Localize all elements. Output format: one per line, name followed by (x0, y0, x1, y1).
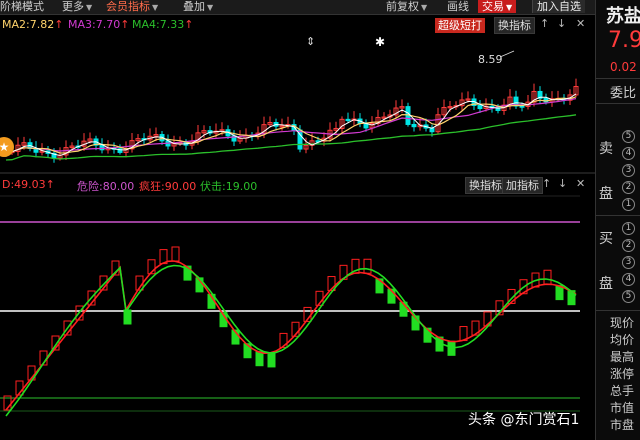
indicator-bar (447, 340, 456, 356)
d-value-legend: D:49.03↑ (2, 178, 55, 191)
stock-name: 苏盐 (606, 6, 640, 27)
crazy-legend: 疯狂:90.00 (139, 180, 197, 193)
buy-side-label: 买 (599, 231, 613, 247)
sell-level-5: 5 (622, 130, 635, 143)
sell-pan-label: 盘 (599, 186, 613, 202)
high-price-label: 8.59 (478, 53, 503, 66)
stat-total-volume: 总手 (610, 384, 635, 398)
candle-body (345, 118, 351, 122)
candle-body (477, 104, 483, 110)
buy-pan-label: 盘 (599, 276, 613, 292)
indicator-bar (543, 269, 552, 285)
stat-market-pe: 市盘 (610, 418, 635, 432)
buy-level-4: 4 (622, 273, 635, 286)
ma4-line (5, 114, 577, 161)
buy-level-1: 1 (622, 222, 635, 235)
d-line (5, 264, 577, 417)
price-change: 0.02 (610, 60, 637, 74)
kd-indicator-chart (0, 195, 580, 417)
indicator-close-icon[interactable]: ✕ (576, 177, 585, 190)
sell-level-4: 4 (622, 147, 635, 160)
quote-side-panel: 苏盐 7.9 0.02 委比 卖 盘 买 盘 5 4 3 2 1 1 2 3 4… (595, 0, 640, 440)
panel-divider (596, 78, 640, 79)
k-line (5, 260, 577, 411)
current-price: 7.9 (608, 28, 640, 53)
buy-level-5: 5 (622, 290, 635, 303)
indicator-switch-button[interactable]: 换指标 (465, 177, 506, 194)
buy-level-3: 3 (622, 256, 635, 269)
indicator-bars (3, 246, 576, 411)
panel-divider (596, 103, 640, 104)
stat-high: 最高 (610, 350, 635, 364)
stat-current-price: 现价 (610, 316, 635, 330)
candle-body (519, 105, 525, 108)
chart-canvas: ⇕ ✱ 8.59 (0, 35, 595, 417)
indicator-bar (171, 246, 180, 262)
sell-level-3: 3 (622, 164, 635, 177)
sell-side-label: 卖 (599, 141, 613, 157)
candle-group (3, 78, 579, 163)
indicator-bar (123, 309, 132, 325)
buy-level-2: 2 (622, 239, 635, 252)
stat-limit-up: 涨停 (610, 367, 635, 381)
ma1-line (5, 93, 577, 157)
ambush-legend: 伏击:19.00 (200, 180, 258, 193)
candle-body (411, 123, 417, 128)
arrow-marker-icon: ⇕ (306, 35, 315, 48)
indicator-bar (255, 351, 264, 367)
indicator-bar (267, 352, 276, 368)
panel-divider (596, 215, 640, 216)
sell-level-1: 1 (622, 198, 635, 211)
stat-market-cap: 市值 (610, 401, 635, 415)
star-marker-icon: ✱ (375, 35, 385, 49)
danger-legend: 危险:80.00 (77, 180, 135, 193)
candlestick-chart: ⇕ ✱ 8.59 (0, 35, 595, 174)
panel-divider (596, 310, 640, 311)
indicator-down-arrow-icon[interactable]: ↓ (558, 177, 567, 190)
stat-average-price: 均价 (610, 333, 635, 347)
source-watermark: 头条 @东门赏石1 (468, 412, 580, 428)
indicator-bar (363, 258, 372, 274)
sell-level-2: 2 (622, 181, 635, 194)
indicator-up-arrow-icon[interactable]: ↑ (542, 177, 551, 190)
wei-bi-label: 委比 (610, 86, 637, 101)
indicator-add-button[interactable]: 加指标 (502, 177, 543, 194)
